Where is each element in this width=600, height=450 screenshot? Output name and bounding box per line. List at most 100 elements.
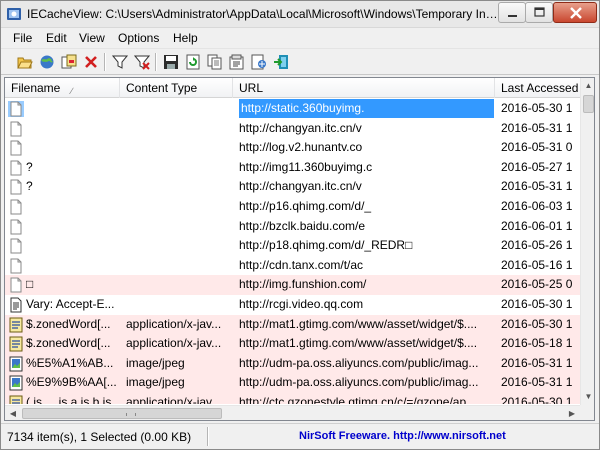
filter-clear-icon xyxy=(134,55,150,70)
cell-filename xyxy=(26,119,120,138)
save-button[interactable] xyxy=(161,52,181,72)
toolbar-separator xyxy=(155,53,157,71)
cell-filename: ? xyxy=(26,159,33,174)
close-button[interactable] xyxy=(553,2,597,23)
scroll-left-button[interactable]: ◀ xyxy=(5,406,21,420)
table-row[interactable]: ? http://changyan.itc.cn/v 2016-05-31 1 xyxy=(5,177,580,197)
delete-button[interactable] xyxy=(81,52,101,72)
maximize-icon xyxy=(534,7,545,17)
minimize-icon xyxy=(508,15,517,17)
column-last-accessed[interactable]: Last Accessed xyxy=(495,78,580,98)
blank-file-icon xyxy=(8,219,24,235)
list-rows: http://static.360buyimg. 2016-05-30 1 http… xyxy=(5,99,580,404)
horizontal-scroll-thumb[interactable] xyxy=(22,408,222,419)
copy-cache-button[interactable] xyxy=(59,52,79,72)
scroll-down-button[interactable]: ▼ xyxy=(581,389,594,405)
nirsoft-link[interactable]: NirSoft Freeware. http://www.nirsoft.net xyxy=(299,429,506,444)
cell-filename: $.zonedWord[... xyxy=(26,336,111,351)
scrollbar-corner xyxy=(580,405,594,420)
menu-edit[interactable]: Edit xyxy=(46,30,67,46)
delete-icon xyxy=(85,56,97,68)
column-filename[interactable]: Filename ∕ xyxy=(5,78,120,98)
cell-filename: %E9%9B%AA[... xyxy=(26,375,117,390)
status-bar: 7134 item(s), 1 Selected (0.00 KB) NirSo… xyxy=(1,423,599,449)
open-folder-button[interactable] xyxy=(15,52,35,72)
cell-content-type xyxy=(126,158,235,177)
table-row[interactable]: □ http://img.funshion.com/2016-05-25 0 xyxy=(5,275,580,295)
toolbar xyxy=(1,48,599,75)
vertical-scroll-thumb[interactable] xyxy=(583,95,594,113)
cell-url: http://img11.360buyimg.c xyxy=(239,159,373,174)
table-row[interactable]: ( is ... is a is b is application/x-jav..… xyxy=(5,393,580,404)
column-label: URL xyxy=(239,81,264,95)
image-file-icon xyxy=(8,356,24,372)
cache-list[interactable]: Filename ∕ Content Type URL Last Accesse… xyxy=(4,77,595,421)
cell-last-accessed: 2016-05-25 0 xyxy=(501,277,573,292)
cell-content-type xyxy=(126,177,235,196)
cell-last-accessed: 2016-05-30 1 xyxy=(501,395,573,404)
scroll-right-button[interactable]: ▶ xyxy=(564,406,580,420)
cell-content-type xyxy=(126,197,235,216)
cell-last-accessed: 2016-05-16 1 xyxy=(501,257,573,272)
maximize-button[interactable] xyxy=(525,2,553,23)
cell-last-accessed: 2016-05-26 1 xyxy=(501,238,573,253)
table-row[interactable]: http://changyan.itc.cn/v 2016-05-31 1 xyxy=(5,119,580,139)
cell-last-accessed: 2016-05-18 1 xyxy=(501,336,573,351)
save-icon xyxy=(164,55,178,69)
status-separator xyxy=(207,427,209,446)
cell-filename xyxy=(26,197,120,216)
vertical-scrollbar[interactable]: ▲ ▼ xyxy=(580,78,594,405)
table-row[interactable]: ? http://img11.360buyimg.c 2016-05-27 1 xyxy=(5,158,580,178)
cell-content-type: application/x-jav... xyxy=(126,336,222,351)
cell-url: http://log.v2.hunantv.co xyxy=(239,140,363,155)
exit-button[interactable] xyxy=(271,52,291,72)
column-label: Content Type xyxy=(126,81,198,95)
script-file-icon xyxy=(8,395,24,404)
html-report-button[interactable] xyxy=(249,52,269,72)
column-content-type[interactable]: Content Type xyxy=(120,78,233,98)
cell-content-type xyxy=(126,138,235,157)
cell-url: http://changyan.itc.cn/v xyxy=(239,179,362,194)
table-row[interactable]: http://cdn.tanx.com/t/ac 2016-05-16 1 xyxy=(5,256,580,276)
table-row[interactable]: %E9%9B%AA[... image/jpeg http://udm-pa.oss… xyxy=(5,373,580,393)
cell-content-type xyxy=(126,217,235,236)
column-url[interactable]: URL xyxy=(233,78,495,98)
table-row[interactable]: %E5%A1%AB... image/jpeg http://udm-pa.oss.… xyxy=(5,353,580,374)
horizontal-scrollbar[interactable]: ◀ ▶ xyxy=(5,405,580,420)
sort-ascending-icon: ∕ xyxy=(71,86,73,96)
table-row[interactable]: http://log.v2.hunantv.co 2016-05-31 0 xyxy=(5,138,580,158)
blank-file-icon xyxy=(8,258,24,274)
filter-button[interactable] xyxy=(110,52,130,72)
cell-last-accessed: 2016-05-30 1 xyxy=(501,101,573,115)
menu-options[interactable]: Options xyxy=(118,30,159,46)
cell-url: http://img.funshion.com/ xyxy=(239,277,367,292)
table-row-selected[interactable]: http://static.360buyimg. 2016-05-30 1 xyxy=(5,99,580,119)
cell-url: http://changyan.itc.cn/v xyxy=(239,120,362,135)
select-cache-button[interactable] xyxy=(37,52,57,72)
menu-help[interactable]: Help xyxy=(173,30,198,46)
table-row[interactable]: http://p18.qhimg.com/d/_REDR□ 2016-05-26 … xyxy=(5,236,580,256)
minimize-button[interactable] xyxy=(498,2,526,23)
refresh-button[interactable] xyxy=(183,52,203,72)
cell-filename: □ xyxy=(26,277,34,292)
script-file-icon xyxy=(8,317,24,333)
status-summary: 7134 item(s), 1 Selected (0.00 KB) xyxy=(7,430,192,444)
cell-url: http://bzclk.baidu.com/e xyxy=(239,218,366,233)
copy-button[interactable] xyxy=(205,52,225,72)
menu-file[interactable]: File xyxy=(13,30,32,46)
properties-button[interactable] xyxy=(227,52,247,72)
toolbar-separator xyxy=(104,53,106,71)
table-row[interactable]: $.zonedWord[... application/x-jav... http:… xyxy=(5,314,580,335)
blank-file-icon xyxy=(8,238,24,254)
blank-file-icon xyxy=(8,277,24,293)
table-row[interactable]: http://bzclk.baidu.com/e 2016-06-01 1 xyxy=(5,217,580,237)
filter-clear-button[interactable] xyxy=(132,52,152,72)
column-label: Filename xyxy=(11,81,61,95)
scroll-up-button[interactable]: ▲ xyxy=(581,78,594,94)
menu-view[interactable]: View xyxy=(79,30,105,46)
title-bar[interactable]: IECacheView: C:\Users\Administrator\AppD… xyxy=(1,1,599,28)
cell-filename xyxy=(26,217,120,236)
table-row[interactable]: $.zonedWord[... application/x-jav... http:… xyxy=(5,334,580,354)
table-row[interactable]: Vary: Accept-E... http://rcgi.video.qq.co… xyxy=(5,295,580,315)
table-row[interactable]: http://p16.qhimg.com/d/_ 2016-06-03 1 xyxy=(5,197,580,217)
